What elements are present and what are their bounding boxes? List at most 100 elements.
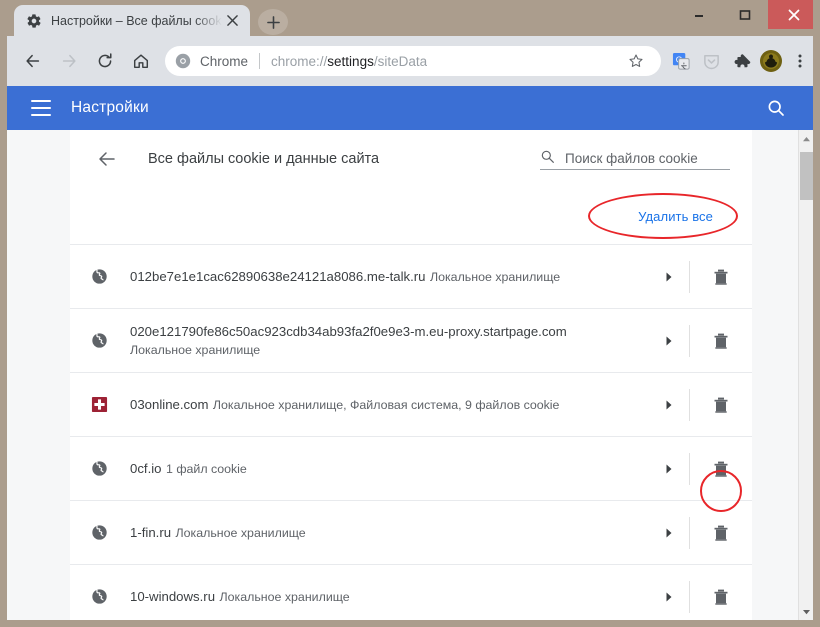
- card-header: Все файлы cookie и данные сайта: [70, 130, 752, 188]
- omnibox-divider: [259, 53, 261, 69]
- cookies-card: Все файлы cookie и данные сайта Удалить …: [70, 130, 752, 620]
- puzzle-extensions-icon[interactable]: [727, 47, 755, 75]
- tab-title: Настройки – Все файлы cookie и: [51, 13, 222, 28]
- star-icon[interactable]: [625, 50, 647, 72]
- settings-title: Настройки: [71, 99, 149, 116]
- reload-button[interactable]: [87, 43, 123, 79]
- browser-tab[interactable]: Настройки – Все файлы cookie и: [14, 5, 250, 36]
- table-row[interactable]: 03online.com Локальное хранилище, Файлов…: [70, 372, 752, 436]
- header-search-icon[interactable]: [764, 96, 788, 120]
- site-detail: 1 файл cookie: [165, 461, 247, 476]
- address-bar[interactable]: Chrome chrome://settings/siteData: [165, 46, 661, 76]
- title-bar: Настройки – Все файлы cookie и: [0, 0, 820, 36]
- maximize-button[interactable]: [722, 0, 768, 29]
- three-dot-menu-icon[interactable]: [787, 43, 813, 79]
- trash-icon: [714, 397, 728, 413]
- card-actions: Удалить все: [70, 188, 752, 244]
- site-name: 012be7e1e1cac62890638e24121a8086.me-talk…: [130, 268, 426, 284]
- home-icon: [133, 54, 149, 69]
- row-text: 020e121790fe86c50ac923cdb34ab93fa2f0e9e3…: [130, 323, 649, 359]
- site-name: 10-windows.ru: [130, 588, 216, 604]
- home-button[interactable]: [123, 43, 159, 79]
- delete-button[interactable]: [690, 523, 752, 543]
- cookie-list: 012be7e1e1cac62890638e24121a8086.me-talk…: [70, 244, 752, 620]
- browser-toolbar: Chrome chrome://settings/siteData G: [7, 36, 813, 86]
- back-button[interactable]: [15, 43, 51, 79]
- expand-icon[interactable]: [649, 513, 689, 553]
- close-icon: [788, 9, 800, 20]
- delete-button[interactable]: [690, 459, 752, 512]
- site-name: 0cf.io: [130, 460, 162, 476]
- google-translate-icon[interactable]: G: [667, 47, 695, 75]
- window-controls: [676, 0, 820, 29]
- row-text: 012be7e1e1cac62890638e24121a8086.me-talk…: [130, 268, 649, 286]
- delete-button[interactable]: [690, 395, 752, 415]
- forward-arrow-icon: [62, 54, 76, 68]
- table-row[interactable]: 020e121790fe86c50ac923cdb34ab93fa2f0e9e3…: [70, 308, 752, 372]
- globe-icon: [90, 268, 108, 286]
- row-text: 10-windows.ru Локальное хранилище: [130, 588, 649, 606]
- back-arrow-icon[interactable]: [96, 148, 118, 170]
- new-tab-button[interactable]: [258, 9, 288, 35]
- omnibox-site-label: Chrome: [200, 53, 249, 69]
- swiss-cross-icon: [90, 396, 108, 414]
- site-name: 020e121790fe86c50ac923cdb34ab93fa2f0e9e3…: [130, 323, 567, 339]
- browser-window: Настройки – Все файлы cookie и: [0, 0, 820, 627]
- site-detail: Локальное хранилище, Файловая система, 9…: [212, 397, 560, 412]
- forward-button[interactable]: [51, 43, 87, 79]
- expand-icon[interactable]: [649, 385, 689, 425]
- trash-icon: [714, 333, 728, 349]
- delete-button[interactable]: [690, 331, 752, 351]
- row-text: 1-fin.ru Локальное хранилище: [130, 524, 649, 542]
- url-path: /siteData: [373, 53, 428, 69]
- trash-icon: [714, 461, 728, 477]
- avatar: [760, 50, 782, 72]
- expand-icon[interactable]: [649, 257, 689, 297]
- gear-icon: [26, 13, 42, 29]
- close-icon[interactable]: [222, 11, 242, 31]
- settings-page: Все файлы cookie и данные сайта Удалить …: [7, 130, 813, 620]
- scroll-up-icon[interactable]: [799, 130, 814, 147]
- scrollbar-thumb[interactable]: [800, 152, 813, 200]
- globe-icon: [90, 588, 108, 606]
- minimize-button[interactable]: [676, 0, 722, 29]
- globe-icon: [90, 332, 108, 350]
- trash-icon: [714, 525, 728, 541]
- remove-all-button[interactable]: Удалить все: [624, 201, 727, 232]
- site-name: 03online.com: [130, 396, 209, 412]
- trash-icon: [714, 589, 728, 605]
- plus-icon: [266, 15, 280, 29]
- window-frame-left: [0, 0, 7, 627]
- table-row[interactable]: 0cf.io 1 файл cookie: [70, 436, 752, 512]
- site-detail: Локальное хранилище: [429, 269, 561, 284]
- window-frame-bottom: [0, 620, 820, 627]
- expand-icon[interactable]: [649, 449, 689, 489]
- url-host: settings: [327, 53, 374, 69]
- site-detail: Локальное хранилище: [175, 525, 306, 540]
- globe-icon: [90, 460, 108, 478]
- delete-button[interactable]: [690, 587, 752, 607]
- search-icon: [540, 149, 556, 165]
- search-input[interactable]: [565, 150, 730, 166]
- cookie-search[interactable]: [540, 149, 730, 170]
- delete-button[interactable]: [690, 267, 752, 287]
- omnibox-url: chrome://settings/siteData: [271, 54, 427, 69]
- row-text: 0cf.io 1 файл cookie: [130, 460, 649, 478]
- table-row[interactable]: 1-fin.ru Локальное хранилище: [70, 500, 752, 564]
- trash-icon: [714, 269, 728, 285]
- expand-icon[interactable]: [649, 321, 689, 361]
- settings-header: Настройки: [7, 86, 813, 130]
- pocket-icon[interactable]: [697, 47, 725, 75]
- page-scrollbar[interactable]: [798, 130, 813, 620]
- table-row[interactable]: 012be7e1e1cac62890638e24121a8086.me-talk…: [70, 244, 752, 308]
- scroll-down-icon[interactable]: [799, 603, 814, 620]
- site-detail: Локальное хранилище: [219, 589, 350, 604]
- globe-icon: [90, 524, 108, 542]
- expand-icon[interactable]: [649, 577, 689, 617]
- maximize-icon: [739, 9, 751, 20]
- table-row[interactable]: 10-windows.ru Локальное хранилище: [70, 564, 752, 620]
- hamburger-icon[interactable]: [31, 100, 51, 116]
- reload-icon: [98, 53, 112, 68]
- window-frame-right: [813, 0, 820, 627]
- profile-avatar[interactable]: [757, 47, 785, 75]
